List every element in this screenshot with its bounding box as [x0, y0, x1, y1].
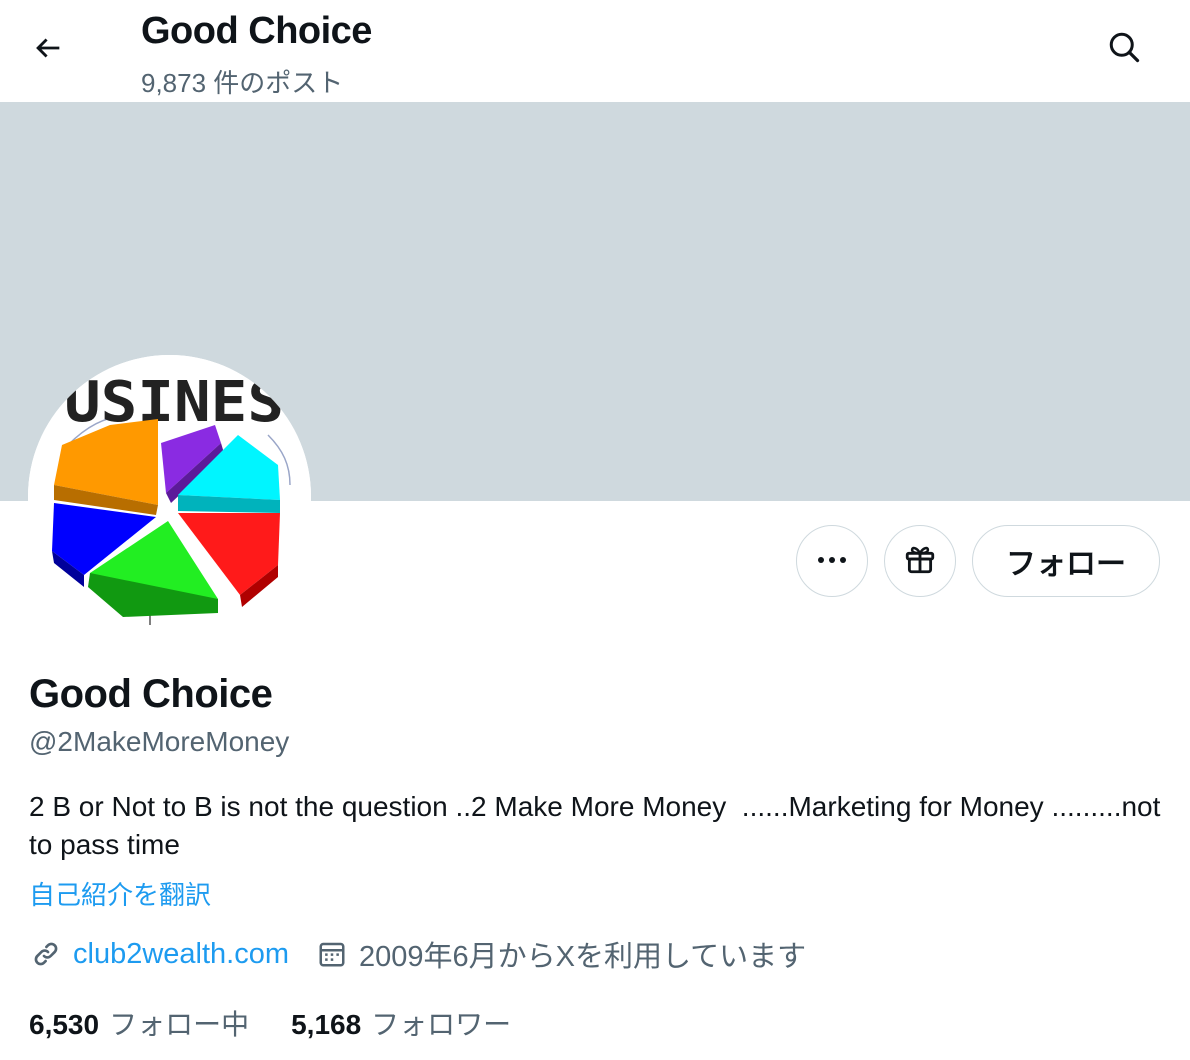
- following-count: 6,530: [29, 1009, 100, 1040]
- top-bar: Good Choice 9,873 件のポスト: [0, 0, 1190, 102]
- follow-stats: 6,530 フォロー中 5,168 フォロワー: [29, 1003, 511, 1043]
- avatar-pie-chart-image: USINES: [28, 355, 311, 638]
- following-stat[interactable]: 6,530 フォロー中: [29, 1003, 249, 1043]
- header-title: Good Choice: [141, 10, 372, 52]
- back-button[interactable]: [22, 24, 74, 76]
- more-button[interactable]: [796, 525, 868, 597]
- display-name: Good Choice: [29, 672, 273, 716]
- follow-button[interactable]: フォロー: [972, 525, 1160, 597]
- link-icon: [29, 937, 63, 971]
- avatar[interactable]: USINES: [28, 355, 311, 638]
- join-date: 2009年6月からXを利用しています: [359, 941, 807, 973]
- gift-button[interactable]: [884, 525, 956, 597]
- search-icon: [1106, 29, 1142, 70]
- translate-bio-link[interactable]: 自己紹介を翻訳: [29, 875, 211, 912]
- followers-stat[interactable]: 5,168 フォロワー: [291, 1003, 511, 1043]
- search-button[interactable]: [1097, 22, 1151, 76]
- calendar-icon: [315, 937, 349, 971]
- bio: 2 B or Not to B is not the question ..2 …: [29, 791, 1169, 860]
- arrow-left-icon: [31, 31, 65, 70]
- website-link[interactable]: club2wealth.com: [73, 938, 289, 971]
- user-handle: @2MakeMoreMoney: [29, 726, 290, 757]
- followers-count: 5,168: [291, 1009, 362, 1040]
- more-icon: [816, 552, 848, 570]
- profile-meta: club2wealth.com 2009年6月からXを利用しています: [29, 934, 806, 974]
- post-count: 9,873 件のポスト: [141, 68, 344, 98]
- followers-label: フォロワー: [371, 1009, 512, 1040]
- gift-icon: [903, 542, 937, 581]
- following-label: フォロー中: [109, 1009, 250, 1040]
